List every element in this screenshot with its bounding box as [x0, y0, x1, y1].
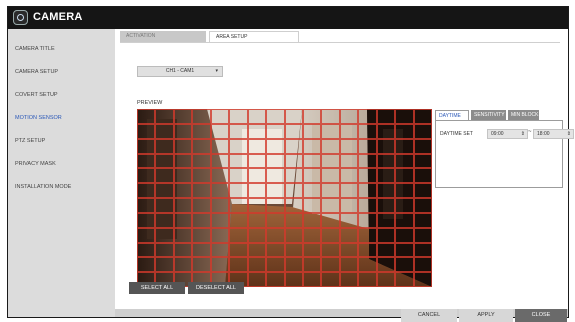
- stepper-arrows-icon: ⇕: [520, 131, 525, 137]
- tab-activation[interactable]: ACTIVATION: [120, 31, 206, 42]
- cancel-button[interactable]: CANCEL: [401, 309, 457, 322]
- time-separator: ~: [528, 129, 532, 135]
- window-title: CAMERA: [33, 11, 83, 23]
- sidebar-item-covert-setup[interactable]: COVERT SETUP: [15, 92, 58, 98]
- tab-area-setup[interactable]: AREA SETUP: [209, 31, 299, 42]
- apply-button[interactable]: APPLY: [459, 309, 513, 322]
- main-panel: ACTIVATION AREA SETUP CH1 - CAM1 ▾ PREVI…: [115, 29, 574, 309]
- sidebar-item-ptz-setup[interactable]: PTZ SETUP: [15, 138, 45, 144]
- sidebar-item-camera-title[interactable]: CAMERA TITLE: [15, 46, 55, 52]
- stepper-arrows-icon: ⇕: [566, 131, 571, 137]
- sidebar: CAMERA TITLE CAMERA SETUP COVERT SETUP M…: [8, 29, 115, 317]
- daytime-set-label: DAYTIME SET: [440, 131, 473, 137]
- close-button[interactable]: CLOSE: [515, 309, 567, 322]
- preview-image: [137, 109, 432, 287]
- daytime-end-value: 18:00: [537, 131, 550, 137]
- sidebar-item-installation-mode[interactable]: INSTALLATION MODE: [15, 184, 71, 190]
- tab-min-block[interactable]: MIN BLOCK: [508, 110, 539, 120]
- camera-preview[interactable]: [137, 109, 432, 287]
- deselect-all-button[interactable]: DESELECT ALL: [188, 282, 244, 294]
- tab-divider: [120, 42, 560, 43]
- preview-label: PREVIEW: [137, 100, 163, 106]
- sidebar-item-privacy-mask[interactable]: PRIVACY MASK: [15, 161, 56, 167]
- sidebar-item-camera-setup[interactable]: CAMERA SETUP: [15, 69, 58, 75]
- chevron-down-icon: ▾: [215, 68, 218, 74]
- camera-icon: [13, 10, 28, 25]
- camera-select-value: CH1 - CAM1: [165, 68, 195, 74]
- daytime-start-stepper[interactable]: 09:00 ⇕: [487, 129, 528, 139]
- tab-sensitivity[interactable]: SENSITIVITY: [471, 110, 506, 120]
- camera-window: CAMERA CAMERA TITLE CAMERA SETUP COVERT …: [7, 6, 574, 318]
- sidebar-item-motion-sensor[interactable]: MOTION SENSOR: [15, 115, 62, 121]
- daytime-start-value: 09:00: [491, 131, 504, 137]
- daytime-panel: DAYTIME SET 09:00 ⇕ ~ 18:00 ⇕: [435, 120, 574, 188]
- select-all-button[interactable]: SELECT ALL: [129, 282, 185, 294]
- tab-daytime[interactable]: DAYTIME: [435, 110, 469, 120]
- title-bar: CAMERA: [8, 7, 568, 29]
- daytime-end-stepper[interactable]: 18:00 ⇕: [533, 129, 574, 139]
- camera-select[interactable]: CH1 - CAM1 ▾: [137, 66, 223, 77]
